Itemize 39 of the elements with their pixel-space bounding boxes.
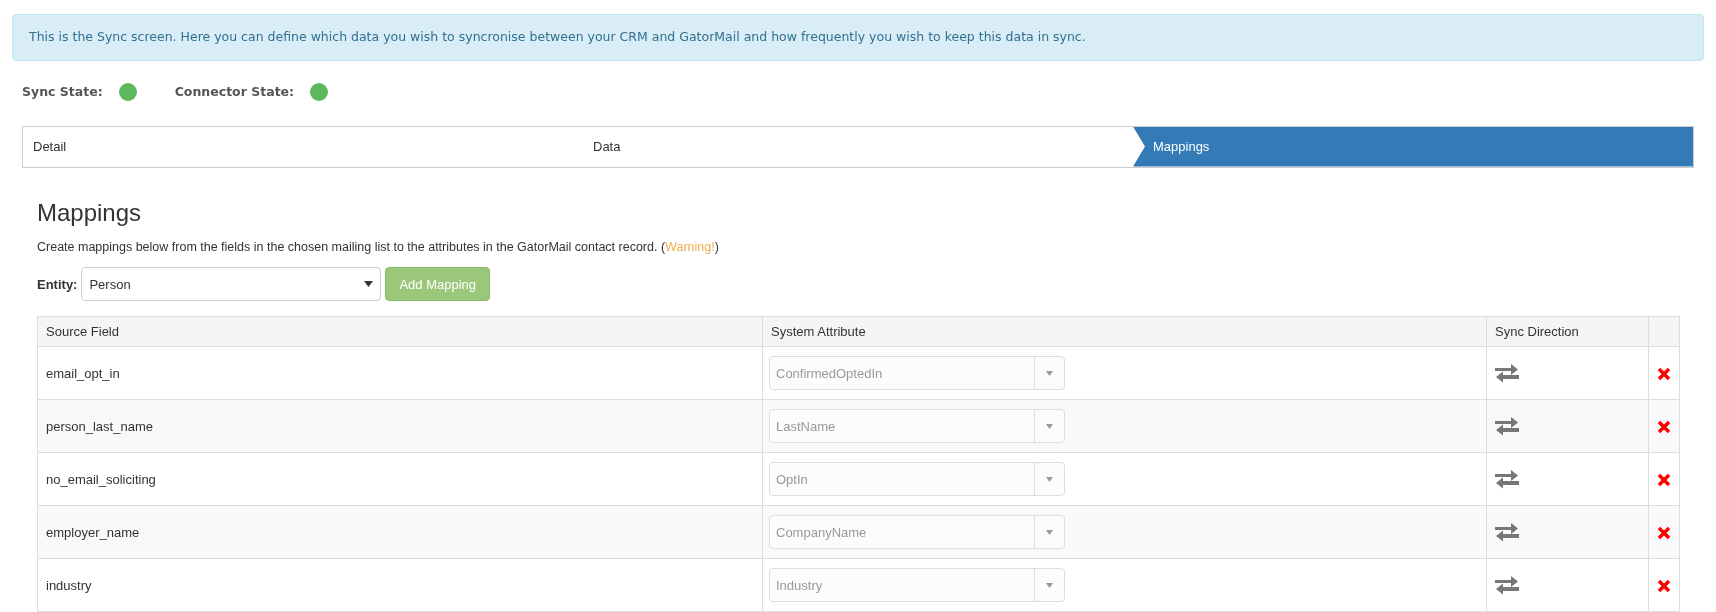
section-description: Create mappings below from the fields in the chosen mailing list to the attributes in the GatorMail contact record. (Warning!) bbox=[37, 238, 720, 256]
two-way-arrows-icon bbox=[1495, 416, 1519, 437]
caret-icon bbox=[1046, 423, 1053, 429]
wizard-step[interactable]: Mappings bbox=[1133, 126, 1693, 167]
caret-icon bbox=[1046, 529, 1053, 535]
delete-icon[interactable] bbox=[1657, 367, 1671, 382]
info-banner: This is the Sync screen. Here you can define which data you wish to syncronise between your CRM and GatorMail and how frequently you wish to keep this data in sync. bbox=[12, 14, 1704, 61]
attribute-dropdown[interactable]: CompanyName bbox=[769, 515, 1065, 550]
entity-label: Entity: bbox=[37, 275, 78, 294]
caret-icon bbox=[1046, 582, 1053, 588]
table-cell: employer_name bbox=[37, 505, 763, 559]
table-cell: no_email_soliciting bbox=[37, 452, 763, 506]
table-cell: industry bbox=[37, 558, 763, 612]
two-way-arrows-icon bbox=[1495, 363, 1519, 384]
state-label: Connector State: bbox=[174, 82, 295, 101]
warning-link[interactable]: Warning! bbox=[665, 239, 715, 254]
attribute-dropdown[interactable]: Industry bbox=[769, 568, 1065, 603]
delete-icon[interactable] bbox=[1657, 420, 1671, 435]
state-label: Sync State: bbox=[22, 82, 103, 101]
caret-icon bbox=[1046, 370, 1053, 376]
attribute-dropdown[interactable]: OptIn bbox=[769, 462, 1065, 497]
two-way-arrows-icon bbox=[1495, 469, 1519, 490]
section-title: Mappings bbox=[37, 197, 143, 228]
table-cell: email_opt_in bbox=[37, 346, 763, 400]
delete-icon[interactable] bbox=[1657, 526, 1671, 541]
two-way-arrows-icon bbox=[1495, 522, 1519, 543]
table-cell: person_last_name bbox=[37, 399, 763, 453]
two-way-arrows-icon bbox=[1495, 575, 1519, 596]
delete-icon[interactable] bbox=[1657, 579, 1671, 594]
entity-dropdown[interactable]: Person bbox=[81, 267, 382, 302]
column-header: Source Field bbox=[37, 316, 763, 347]
column-header: System Attribute bbox=[762, 316, 1487, 347]
column-header: Sync Direction bbox=[1486, 316, 1649, 347]
caret-icon bbox=[1046, 476, 1053, 482]
attribute-dropdown[interactable]: ConfirmedOptedIn bbox=[769, 356, 1065, 391]
delete-icon[interactable] bbox=[1657, 473, 1671, 488]
caret-icon bbox=[364, 281, 374, 288]
attribute-dropdown[interactable]: LastName bbox=[769, 409, 1065, 444]
add-mapping-button[interactable]: Add Mapping bbox=[385, 267, 491, 302]
